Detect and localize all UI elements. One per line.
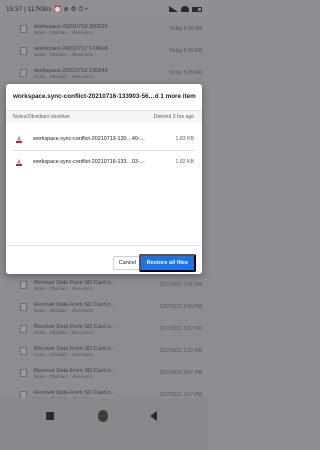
status-bar-left: 15:37 | 117KB/s ⏰ ⊕ ⚙ ⏱ • (6, 5, 88, 13)
file-icon (20, 303, 27, 311)
list-item[interactable]: Recover Data From SD Card o… Notes · Obs… (0, 318, 208, 340)
file-icon (20, 25, 27, 33)
file-icon (20, 347, 27, 355)
signal-icon (169, 6, 178, 12)
file-name: workspace.sync-conflict-20210712-130…40-… (33, 136, 146, 142)
folder-path: Notes/Obsidian/.obsidian (13, 114, 70, 120)
list-item-path: Notes · Obsidian · .shversions (34, 29, 93, 35)
list-item-time: 23/7/2021 2:27 PM (159, 326, 202, 332)
home-icon[interactable] (98, 410, 108, 422)
file-list: workspace-20210716 200526 Notes · Obsidi… (0, 18, 208, 84)
cancel-button[interactable]: Cancel (112, 256, 142, 270)
file-name: workspace.sync-conflict-20210716-133…03-… (33, 159, 146, 165)
list-item-time: 23/7/2021 2:41 PM (159, 282, 202, 288)
back-icon[interactable] (150, 411, 157, 421)
list-item-path: Notes · Obsidian · .shversions (34, 285, 93, 291)
list-item-path: Notes · Obsidian · .shversions (34, 51, 93, 57)
list-item-path: Notes · Obsidian · .shversions (34, 307, 93, 313)
file-type-icon (16, 136, 22, 143)
list-item-time: 23/7/2021 2:07 PM (159, 370, 202, 376)
navigation-bar (0, 398, 208, 450)
deleted-time: Deleted 3 hrs ago (153, 114, 194, 120)
list-item[interactable]: workspace-20210717 174606 Notes · Obsidi… (0, 40, 208, 62)
list-item-time: 23/7/2021 2:36 PM (159, 304, 202, 310)
status-bar: 15:37 | 117KB/s ⏰ ⊕ ⚙ ⏱ • (0, 0, 208, 18)
file-type-icon (16, 159, 22, 166)
list-item[interactable]: Recover Data From SD Card o… Notes · Obs… (0, 362, 208, 384)
file-row[interactable]: workspace.sync-conflict-20210712-130…40-… (6, 128, 202, 150)
list-item-time: Today 5:05 AM (168, 70, 202, 76)
battery-icon (192, 6, 202, 12)
list-item-path: Notes · Obsidian · .shversions (34, 351, 93, 357)
dialog-group-header: Notes/Obsidian/.obsidian Deleted 3 hrs a… (6, 111, 202, 123)
file-size: 1.83 KB (175, 136, 194, 142)
list-item-path: Notes · Obsidian · .shversions (34, 329, 93, 335)
file-icon (20, 325, 27, 333)
restore-all-button[interactable]: Restore all files (138, 254, 196, 272)
file-size: 1.82 KB (175, 159, 194, 165)
list-item-time: Today 5:20 AM (168, 48, 202, 54)
restore-dialog: workspace.sync-conflict-20210716-133903-… (6, 84, 202, 274)
file-row[interactable]: workspace.sync-conflict-20210716-133…03-… (6, 151, 202, 173)
recents-icon[interactable] (46, 412, 54, 420)
file-icon (20, 69, 27, 77)
file-icon (20, 47, 27, 55)
file-icon (20, 369, 27, 377)
list-item-time: 23/7/2021 2:22 PM (159, 348, 202, 354)
divider (6, 245, 202, 246)
file-icon (20, 281, 27, 289)
file-list-lower: Recover Data From SD Card o… Notes · Obs… (0, 274, 208, 406)
list-item-path: Notes · Obsidian · .shversions (34, 373, 93, 379)
list-item[interactable]: workspace-20210716 130649 Notes · Obsidi… (0, 62, 208, 84)
list-item-path: Notes · Obsidian · .shversions (34, 73, 93, 79)
dialog-title: workspace.sync-conflict-20210716-133903-… (13, 93, 196, 100)
list-item[interactable]: Recover Data From SD Card o… Notes · Obs… (0, 296, 208, 318)
list-item-time: Today 5:20 AM (168, 26, 202, 32)
list-item[interactable]: Recover Data From SD Card o… Notes · Obs… (0, 340, 208, 362)
list-item[interactable]: Recover Data From SD Card o… Notes · Obs… (0, 274, 208, 296)
wifi-icon (181, 6, 189, 12)
list-item[interactable]: workspace-20210716 200526 Notes · Obsidi… (0, 18, 208, 40)
